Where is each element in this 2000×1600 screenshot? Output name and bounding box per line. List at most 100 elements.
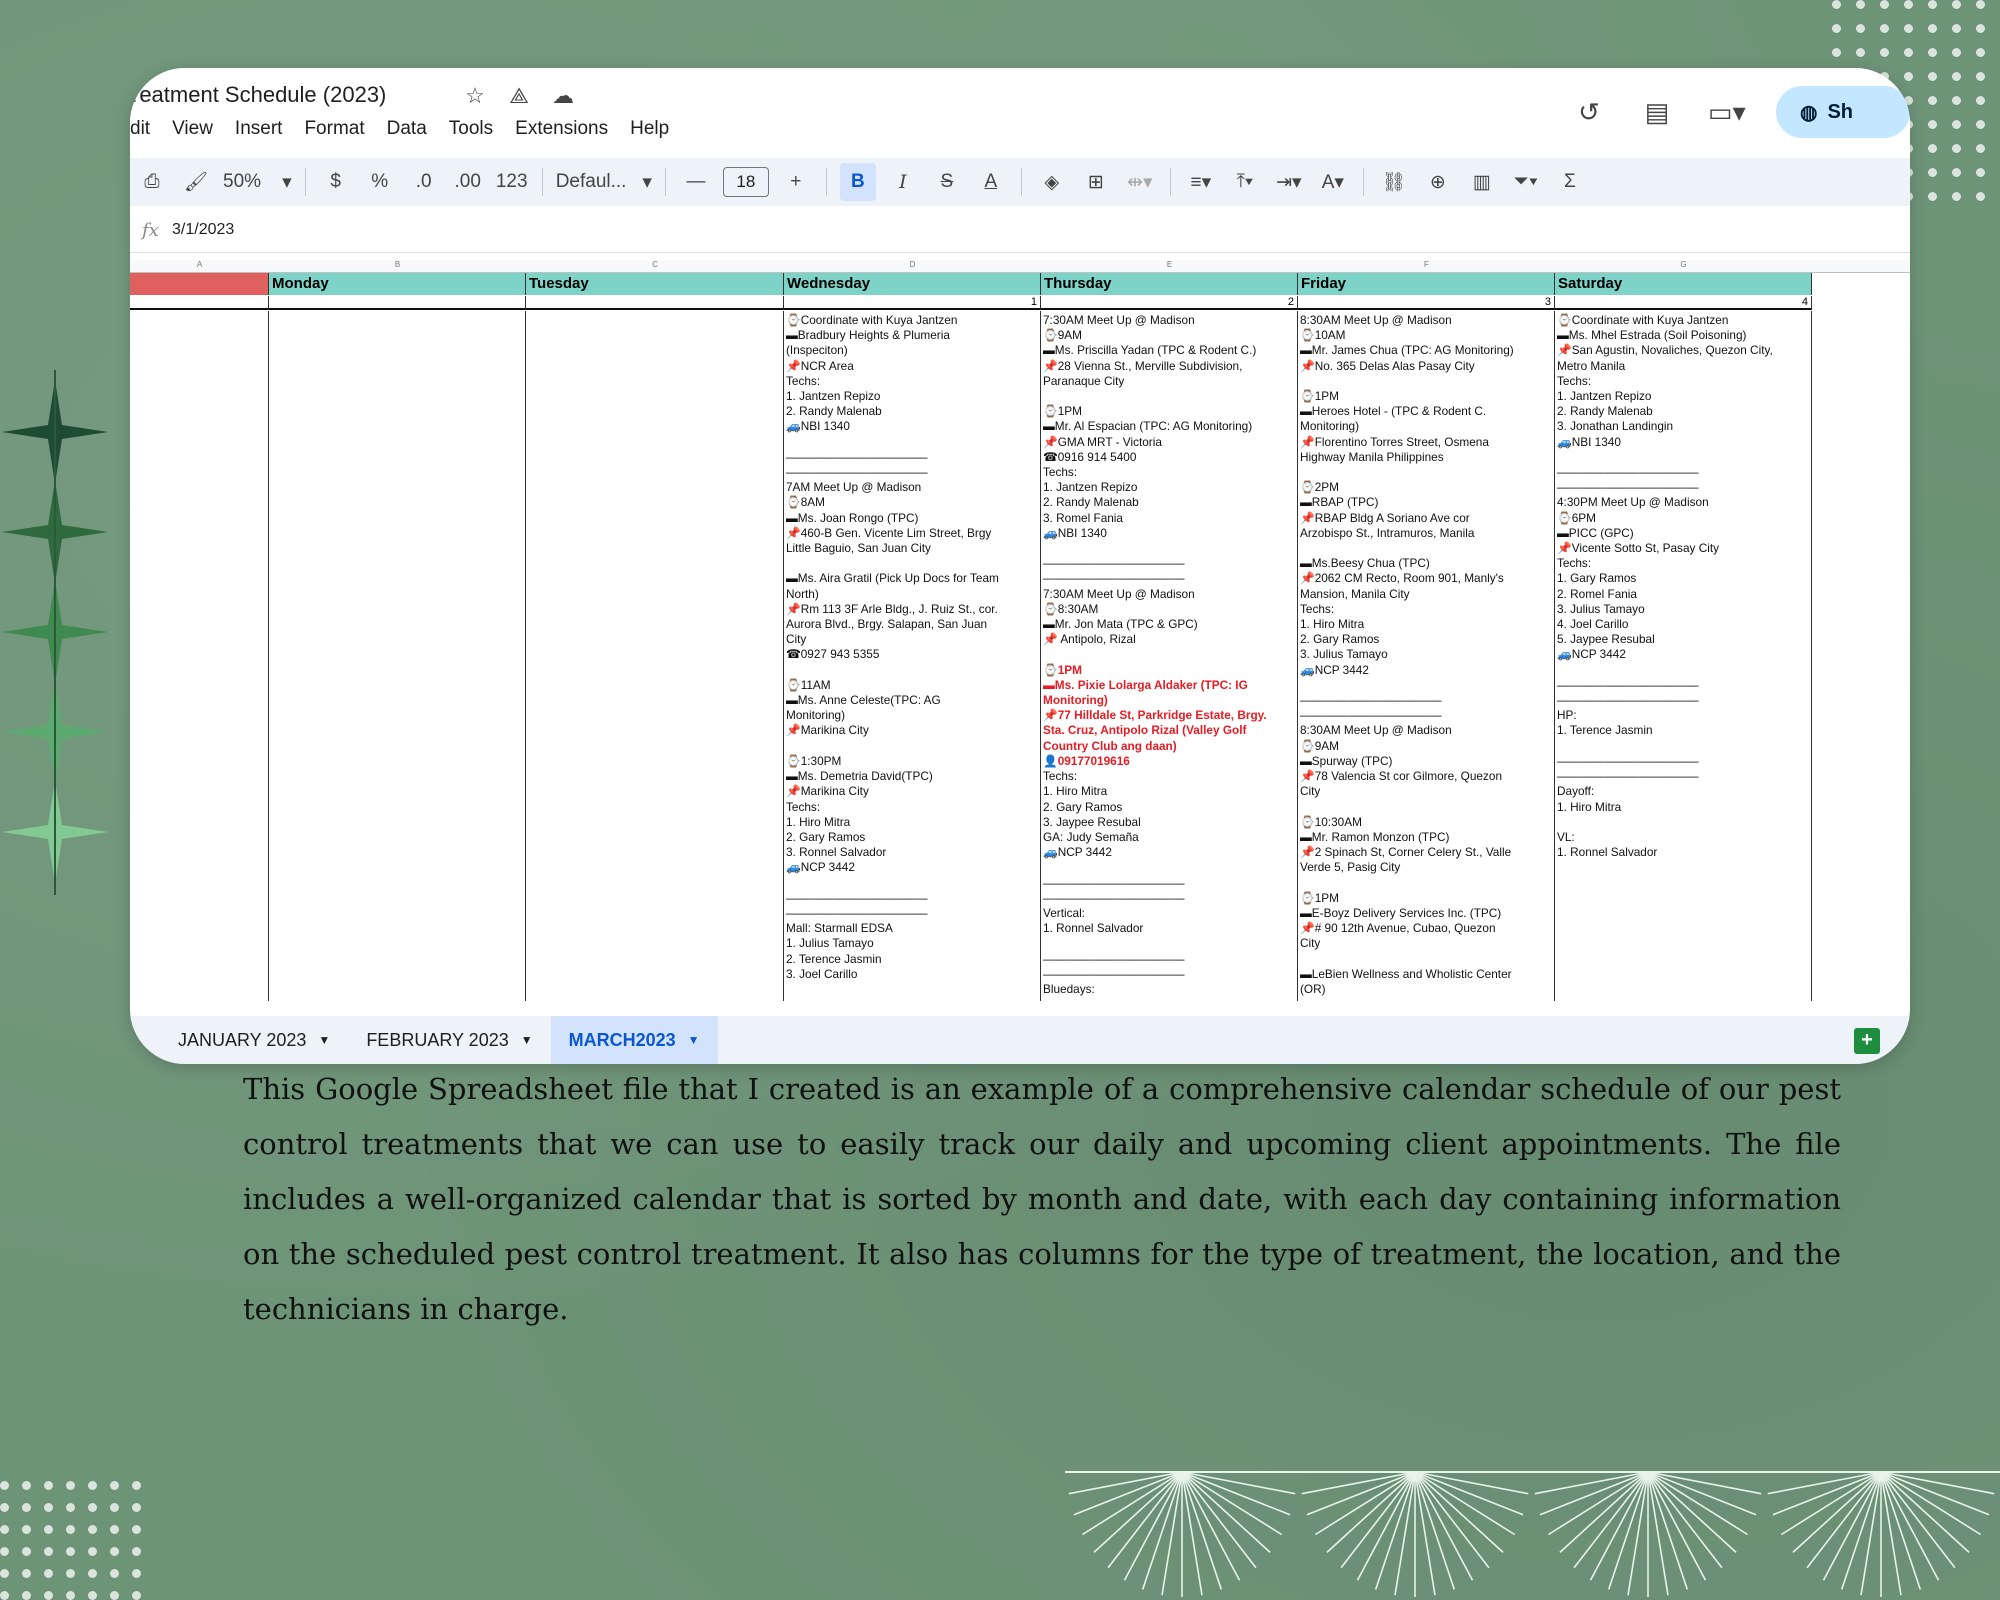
meet-video-icon[interactable]: ▭▾ — [1708, 97, 1746, 128]
menu-view[interactable]: View — [161, 118, 224, 140]
cell-text-line: Paranaque City — [1043, 373, 1125, 388]
borders-icon[interactable]: ⊞ — [1079, 163, 1113, 201]
italic-button[interactable]: I — [886, 163, 920, 201]
font-size-increase-button[interactable]: + — [779, 163, 813, 201]
date-cell-saturday[interactable]: 4 — [1555, 296, 1812, 310]
column-letter[interactable]: C — [526, 260, 784, 269]
horizontal-align-icon[interactable]: ≡▾ — [1184, 163, 1218, 201]
move-to-drive-icon[interactable]: ⟁ — [504, 82, 534, 110]
star-icon[interactable]: ☆ — [460, 82, 490, 110]
column-letter[interactable]: F — [1298, 260, 1555, 269]
schedule-cell-a[interactable] — [130, 311, 269, 1001]
text-color-button[interactable]: A — [974, 163, 1008, 201]
cell-text-line: ———————————— — [1300, 708, 1442, 723]
print-icon[interactable]: ⎙ — [135, 163, 169, 201]
bold-button[interactable]: B — [839, 163, 876, 201]
schedule-cell-thursday[interactable]: 7:30AM Meet Up @ Madison ⌚9AM ▬Ms. Priscil… — [1041, 311, 1298, 1001]
cell-text-line: Sta. Cruz, Antipolo Rizal (Valley Golf — [1043, 723, 1247, 738]
cell-text-line: 2. Randy Malenab — [1043, 495, 1139, 510]
share-button[interactable]: ◍ Sh — [1776, 86, 1910, 138]
schedule-cell-monday[interactable] — [269, 311, 526, 1001]
sheet-tab-january[interactable]: JANUARY 2023 ▼ — [160, 1016, 348, 1064]
font-select[interactable]: Defaul... ▾ — [556, 163, 652, 201]
cell-text-line: 1. Hiro Mitra — [1557, 799, 1622, 814]
cloud-status-icon[interactable]: ☁ — [548, 82, 578, 110]
sheet-tab-february[interactable]: FEBRUARY 2023 ▼ — [348, 1016, 550, 1064]
cell-text-line: Mall: Starmall EDSA — [786, 921, 893, 936]
text-rotation-icon[interactable]: A▾ — [1316, 163, 1350, 201]
toolbar-divider — [304, 168, 306, 196]
insert-link-icon[interactable]: ⛓ — [1377, 163, 1411, 201]
cell-text-line: 3. Jonathan Landingin — [1557, 419, 1674, 434]
header-actions: ↺ ▤ ▭▾ ◍ Sh — [1572, 86, 1910, 138]
strikethrough-button[interactable]: S — [930, 163, 964, 201]
menu-data[interactable]: Data — [376, 118, 438, 140]
sheet-tab-march[interactable]: MARCH2023 ▼ — [550, 1016, 718, 1064]
fill-color-icon[interactable]: ◈ — [1035, 163, 1069, 201]
dot — [1880, 48, 1889, 57]
date-cell-a[interactable] — [130, 296, 269, 310]
font-size-decrease-button[interactable]: — — [679, 163, 713, 201]
date-cell-wednesday[interactable]: 1 — [784, 296, 1041, 310]
sheet-grid[interactable]: ABCDEFG Monday Tuesday Wednesday Thursday Fr… — [130, 260, 1910, 1001]
column-header-row: ABCDEFG — [130, 260, 1910, 273]
date-cell-monday[interactable] — [269, 296, 526, 310]
insert-comment-icon[interactable]: ⊕ — [1421, 163, 1455, 201]
column-letter[interactable]: D — [784, 260, 1041, 269]
day-header-friday[interactable]: Friday — [1298, 273, 1555, 295]
percent-format-button[interactable]: % — [363, 163, 397, 201]
menu-format[interactable]: Format — [293, 118, 375, 140]
day-header-saturday[interactable]: Saturday — [1555, 273, 1812, 295]
day-header-tuesday[interactable]: Tuesday — [526, 273, 784, 295]
date-cell-friday[interactable]: 3 — [1298, 296, 1555, 310]
column-letter[interactable]: E — [1041, 260, 1298, 269]
comment-icon[interactable]: ▤ — [1640, 97, 1674, 128]
dot — [22, 1503, 31, 1512]
date-cell-thursday[interactable]: 2 — [1041, 296, 1298, 310]
cell-text-line: 7AM Meet Up @ Madison — [786, 480, 922, 495]
insert-chart-icon[interactable]: ▥ — [1465, 163, 1499, 201]
increase-decimal-button[interactable]: .00 — [451, 163, 485, 201]
column-letter[interactable]: A — [130, 260, 269, 269]
text-wrapping-icon[interactable]: ⇥▾ — [1272, 163, 1306, 201]
day-header-a[interactable] — [130, 273, 269, 295]
day-header-monday[interactable]: Monday — [269, 273, 526, 295]
cell-text-line: ———————————— — [1557, 465, 1699, 480]
decrease-decimal-button[interactable]: .0 — [407, 163, 441, 201]
cell-text-line: HP: — [1557, 708, 1577, 723]
zoom-select[interactable]: 50% ▾ — [223, 163, 292, 201]
history-icon[interactable]: ↺ — [1572, 97, 1606, 128]
paint-format-icon[interactable]: 🖌 — [179, 163, 213, 201]
functions-icon[interactable]: Σ — [1553, 163, 1587, 201]
day-header-thursday[interactable]: Thursday — [1041, 273, 1298, 295]
vertical-align-icon[interactable]: ⤒▾ — [1228, 163, 1262, 201]
schedule-cell-friday[interactable]: 8:30AM Meet Up @ Madison ⌚10AM ▬Mr. James … — [1298, 311, 1555, 1001]
font-size-input[interactable]: 18 — [722, 167, 769, 197]
menu-edit[interactable]: dit — [130, 118, 161, 140]
number-format-button[interactable]: 123 — [495, 163, 529, 201]
schedule-cell-tuesday[interactable] — [526, 311, 784, 1001]
menu-help[interactable]: Help — [619, 118, 680, 140]
document-title[interactable]: reatment Schedule (2023) — [132, 82, 386, 108]
menu-insert[interactable]: Insert — [224, 118, 294, 140]
explore-icon[interactable]: + — [1854, 1028, 1880, 1054]
toolbar-divider — [541, 168, 543, 196]
dot — [1856, 48, 1865, 57]
date-cell-tuesday[interactable] — [526, 296, 784, 310]
schedule-cell-saturday[interactable]: ⌚Coordinate with Kuya Jantzen ▬Ms. Mhel E… — [1555, 311, 1812, 1001]
merge-cells-icon[interactable]: ⇹▾ — [1123, 163, 1157, 201]
day-header-wednesday[interactable]: Wednesday — [784, 273, 1041, 295]
dot — [1904, 0, 1913, 9]
cell-text-line: Country Club ang daan) — [1043, 738, 1177, 753]
menu-tools[interactable]: Tools — [438, 118, 504, 140]
formula-input[interactable]: 3/1/2023 — [172, 221, 234, 239]
column-letter[interactable]: G — [1555, 260, 1812, 269]
column-letter[interactable]: B — [269, 260, 526, 269]
dot — [22, 1525, 31, 1534]
menu-extensions[interactable]: Extensions — [504, 118, 619, 140]
schedule-cell-wednesday[interactable]: ⌚Coordinate with Kuya Jantzen ▬Bradbury H… — [784, 311, 1041, 1001]
currency-format-button[interactable]: $ — [319, 163, 353, 201]
filter-icon[interactable]: ⏷▾ — [1509, 163, 1543, 201]
